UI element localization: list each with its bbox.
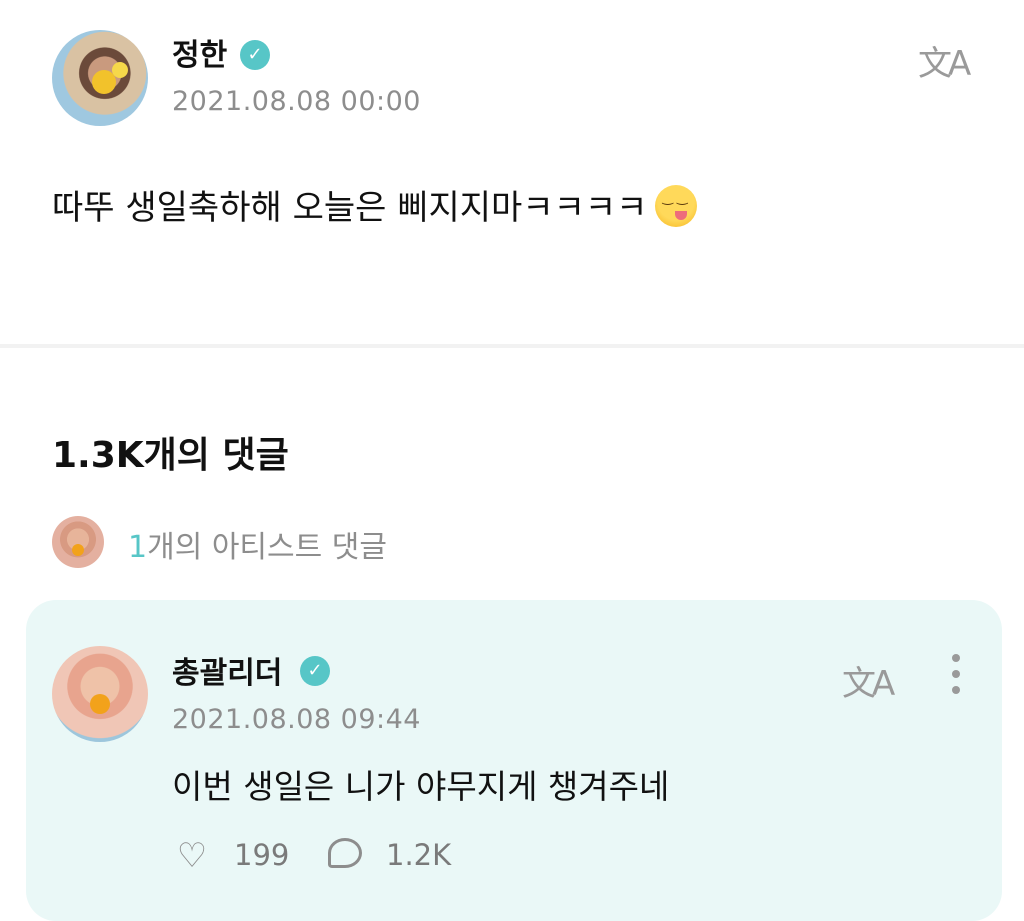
- post-body: 따뚜 생일축하해 오늘은 삐지지마ㅋㅋㅋㅋ: [52, 180, 698, 229]
- post-timestamp: 2021.08.08 00:00: [172, 86, 421, 117]
- verified-badge-icon: ✓: [300, 656, 330, 686]
- like-count: 199: [234, 838, 290, 872]
- author-avatar[interactable]: [52, 30, 148, 126]
- reply-count: 1.2K: [386, 838, 452, 872]
- section-divider: [0, 344, 1024, 348]
- reply-icon[interactable]: [328, 838, 362, 868]
- commenter-name[interactable]: 총괄리더: [172, 648, 282, 692]
- author-name[interactable]: 정한: [172, 30, 227, 74]
- verified-badge-icon: ✓: [240, 40, 270, 70]
- artist-avatar: [52, 516, 104, 568]
- artist-comment-card: 총괄리더 ✓ 2021.08.08 09:44 文A 이번 생일은 니가 야무지…: [26, 600, 1002, 921]
- post: 정한 ✓ 2021.08.08 00:00 文A 따뚜 생일축하해 오늘은 삐지…: [0, 0, 1024, 344]
- artist-comment-count: 1: [128, 530, 148, 565]
- artist-comment-label: 개의 아티스트 댓글: [147, 530, 387, 565]
- comment-timestamp: 2021.08.08 09:44: [172, 704, 421, 735]
- translate-icon[interactable]: 文A: [842, 656, 895, 705]
- more-options-icon[interactable]: [944, 654, 968, 702]
- translate-icon[interactable]: 文A: [918, 36, 971, 85]
- comment-count-title: 1.3K개의 댓글: [52, 435, 289, 476]
- yum-face-emoji-icon: [655, 185, 698, 227]
- comment-body: 이번 생일은 니가 야무지게 챙겨주네: [172, 767, 670, 806]
- artist-comments-label: 1개의 아티스트 댓글: [128, 522, 387, 566]
- post-text: 따뚜 생일축하해 오늘은 삐지지마ㅋㅋㅋㅋ: [52, 188, 648, 228]
- like-icon[interactable]: ♡: [172, 836, 212, 876]
- commenter-avatar[interactable]: [52, 646, 148, 742]
